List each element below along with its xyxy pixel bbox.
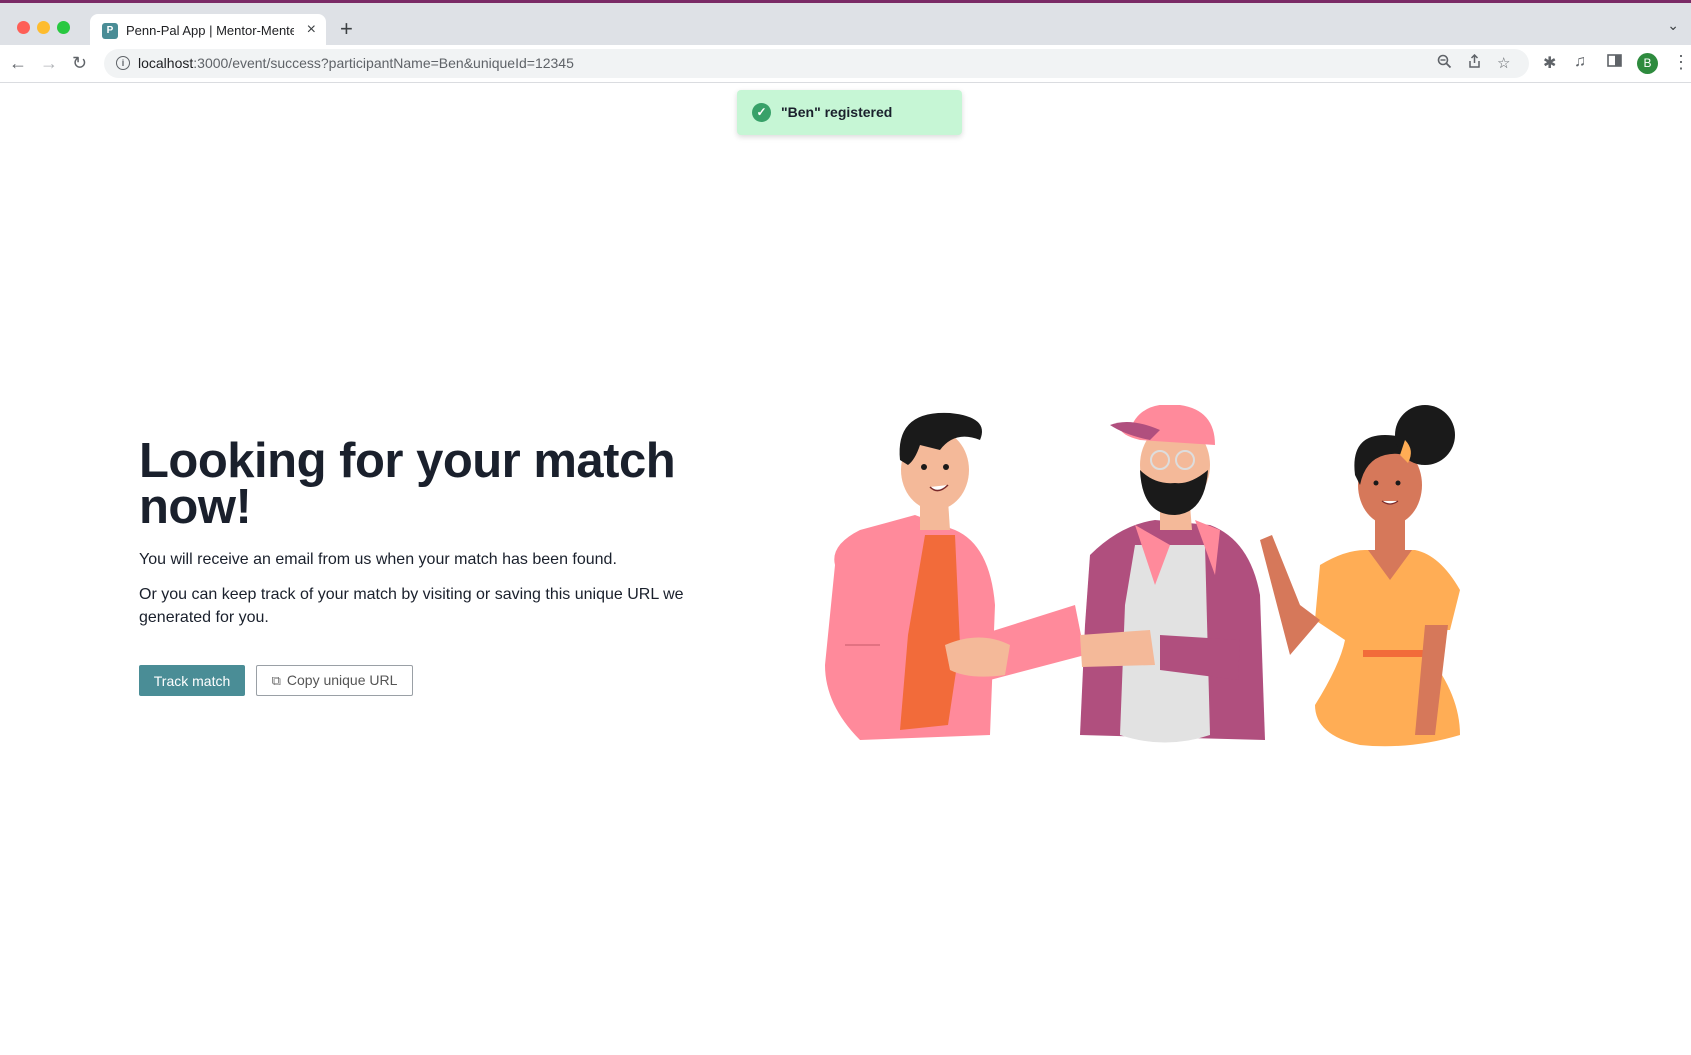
menu-icon[interactable]: ⋮ bbox=[1672, 52, 1690, 73]
tab-close-icon[interactable]: × bbox=[307, 21, 316, 39]
forward-icon[interactable]: → bbox=[40, 53, 58, 74]
reload-icon[interactable]: ↻ bbox=[72, 53, 87, 74]
people-illustration bbox=[825, 405, 1460, 747]
man-cap-beard-figure bbox=[1080, 405, 1265, 743]
profile-avatar[interactable]: B bbox=[1637, 53, 1658, 74]
minimize-window-button[interactable] bbox=[37, 21, 50, 34]
man-pink-jacket-figure bbox=[825, 412, 1085, 740]
back-icon[interactable]: ← bbox=[9, 53, 27, 74]
navigation-bar: ← → ↻ i localhost:3000/event/success?par… bbox=[0, 45, 1691, 83]
new-tab-icon[interactable]: + bbox=[340, 16, 353, 42]
media-icon[interactable]: ♫ bbox=[1574, 53, 1586, 71]
tab-title: Penn-Pal App | Mentor-Mentee bbox=[126, 23, 294, 38]
star-icon[interactable]: ☆ bbox=[1497, 54, 1510, 72]
copy-url-label: Copy unique URL bbox=[286, 672, 398, 688]
zoom-icon[interactable] bbox=[1437, 54, 1452, 73]
maximize-window-button[interactable] bbox=[57, 21, 70, 34]
close-window-button[interactable] bbox=[17, 21, 30, 34]
side-panel-icon[interactable] bbox=[1607, 53, 1622, 73]
extensions-icon[interactable]: ✱ bbox=[1543, 53, 1556, 73]
info-icon[interactable]: i bbox=[116, 56, 130, 70]
url-text[interactable]: localhost:3000/event/success?participant… bbox=[138, 55, 574, 71]
check-icon: ✓ bbox=[752, 103, 771, 122]
success-toast: ✓ "Ben" registered bbox=[737, 90, 962, 135]
woman-yellow-dress-figure bbox=[1260, 405, 1460, 747]
copy-url-button[interactable]: ⧉ Copy unique URL bbox=[256, 665, 413, 696]
page-title: Looking for your match now! bbox=[139, 434, 676, 534]
copy-icon: ⧉ bbox=[271, 673, 281, 688]
share-icon[interactable] bbox=[1467, 53, 1482, 73]
toast-message: "Ben" registered bbox=[781, 104, 893, 120]
track-match-button[interactable]: Track match bbox=[139, 665, 245, 696]
tab-search-icon[interactable]: ⌄ bbox=[1667, 17, 1679, 34]
browser-tab[interactable]: P Penn-Pal App | Mentor-Mentee × bbox=[90, 14, 326, 48]
email-info-text: You will receive an email from us when y… bbox=[139, 551, 617, 568]
tab-bar: P Penn-Pal App | Mentor-Mentee × + ⌄ bbox=[0, 3, 1691, 48]
favicon-icon: P bbox=[102, 23, 118, 39]
url-info-text: Or you can keep track of your match by v… bbox=[139, 586, 684, 626]
address-bar[interactable]: i localhost:3000/event/success?participa… bbox=[104, 49, 1529, 78]
